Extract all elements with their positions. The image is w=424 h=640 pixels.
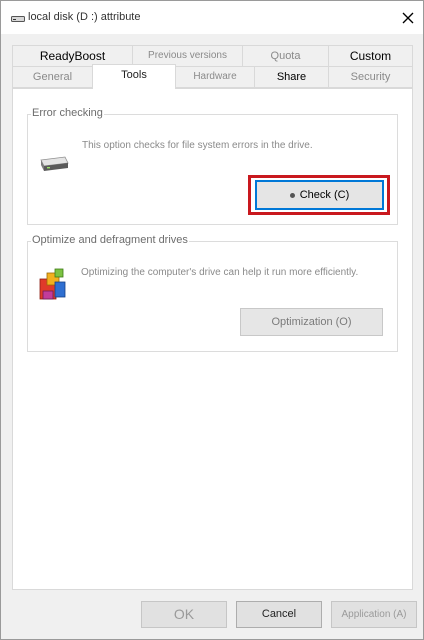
tab-general[interactable]: General: [12, 66, 93, 88]
hard-drive-icon: [38, 153, 70, 176]
apply-button[interactable]: Application (A): [331, 601, 417, 628]
ok-button[interactable]: OK: [141, 601, 227, 628]
tab-tools[interactable]: Tools: [92, 64, 176, 89]
error-checking-description: This option checks for file system error…: [82, 140, 313, 151]
tab-share[interactable]: Share: [254, 66, 329, 88]
defrag-icon: [37, 265, 71, 306]
title-bar: local disk (D :) attribute: [1, 1, 423, 34]
tab-custom[interactable]: Custom: [328, 45, 413, 67]
optimize-description: Optimizing the computer's drive can help…: [81, 267, 359, 278]
tab-security[interactable]: Security: [328, 66, 413, 88]
check-button[interactable]: Check (C): [255, 180, 384, 210]
optimization-button[interactable]: Optimization (O): [240, 308, 383, 336]
drive-icon: [11, 14, 25, 22]
properties-dialog: local disk (D :) attribute ReadyBoost Pr…: [0, 0, 424, 640]
close-icon: [402, 12, 414, 24]
optimize-title: Optimize and defragment drives: [31, 234, 189, 246]
window-title: local disk (D :) attribute: [28, 11, 141, 23]
tab-hardware[interactable]: Hardware: [175, 66, 255, 88]
close-button[interactable]: [397, 7, 419, 29]
cursor-dot-icon: [289, 192, 295, 198]
tab-quota[interactable]: Quota: [242, 45, 329, 67]
cancel-button[interactable]: Cancel: [236, 601, 322, 628]
check-button-label: Check (C): [299, 189, 350, 201]
error-checking-title: Error checking: [31, 107, 104, 119]
